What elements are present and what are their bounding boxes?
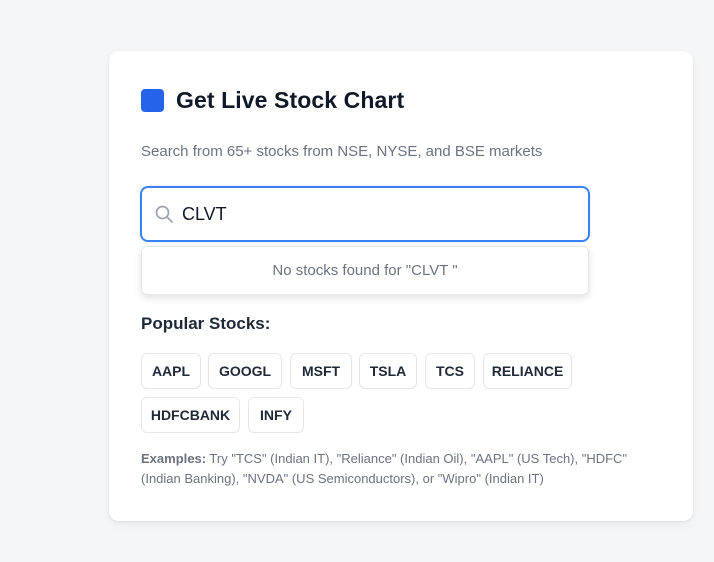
- brand-square-icon: [141, 89, 164, 112]
- popular-stocks-heading: Popular Stocks:: [141, 314, 271, 333]
- stock-chip-googl[interactable]: GOOGL: [208, 353, 282, 389]
- stock-chip-aapl[interactable]: AAPL: [141, 353, 201, 389]
- card-header: Get Live Stock Chart: [141, 87, 404, 114]
- search-results-dropdown: No stocks found for "CLVT ": [141, 246, 589, 295]
- page-title: Get Live Stock Chart: [176, 87, 405, 113]
- search-box[interactable]: [140, 186, 590, 242]
- examples-text: Try "TCS" (Indian IT), "Reliance" (India…: [141, 451, 628, 486]
- stock-chip-infy[interactable]: INFY: [248, 397, 304, 433]
- stock-search-card: Get Live Stock Chart Search from 65+ sto…: [109, 51, 693, 521]
- page-subtitle: Search from 65+ stocks from NSE, NYSE, a…: [141, 143, 543, 160]
- stock-chip-hdfcbank[interactable]: HDFCBANK: [141, 397, 240, 433]
- search-input[interactable]: [182, 203, 562, 225]
- stock-chip-tcs[interactable]: TCS: [425, 353, 475, 389]
- stock-chip-tsla[interactable]: TSLA: [359, 353, 417, 389]
- stock-chip-msft[interactable]: MSFT: [290, 353, 352, 389]
- no-results-message: No stocks found for "CLVT ": [272, 262, 458, 279]
- examples-label: Examples:: [141, 451, 207, 466]
- search-icon: [153, 203, 175, 225]
- examples-hint: Examples: Try "TCS" (Indian IT), "Relian…: [141, 449, 661, 489]
- stock-chip-reliance[interactable]: RELIANCE: [483, 353, 572, 389]
